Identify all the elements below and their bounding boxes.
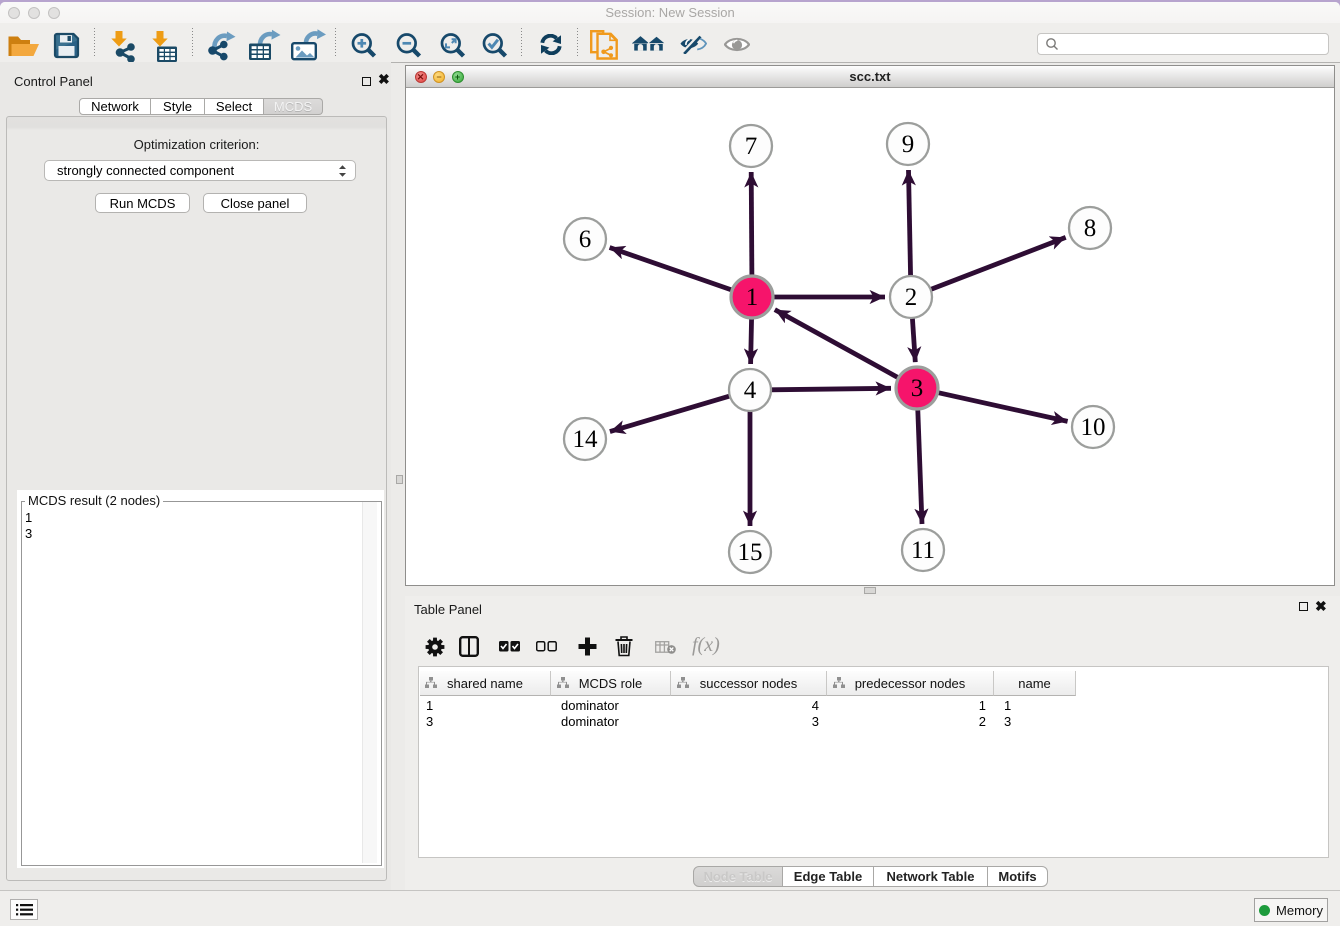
svg-text:3: 3 [911, 375, 924, 402]
svg-text:14: 14 [573, 426, 599, 453]
svg-text:9: 9 [902, 131, 915, 158]
svg-text:7: 7 [745, 133, 758, 160]
svg-text:15: 15 [738, 539, 763, 566]
svg-text:10: 10 [1081, 414, 1106, 441]
svg-text:1: 1 [746, 284, 759, 311]
svg-text:8: 8 [1084, 215, 1097, 242]
svg-text:11: 11 [911, 537, 935, 564]
svg-text:2: 2 [905, 284, 918, 311]
svg-text:4: 4 [744, 377, 757, 404]
svg-text:6: 6 [579, 226, 592, 253]
